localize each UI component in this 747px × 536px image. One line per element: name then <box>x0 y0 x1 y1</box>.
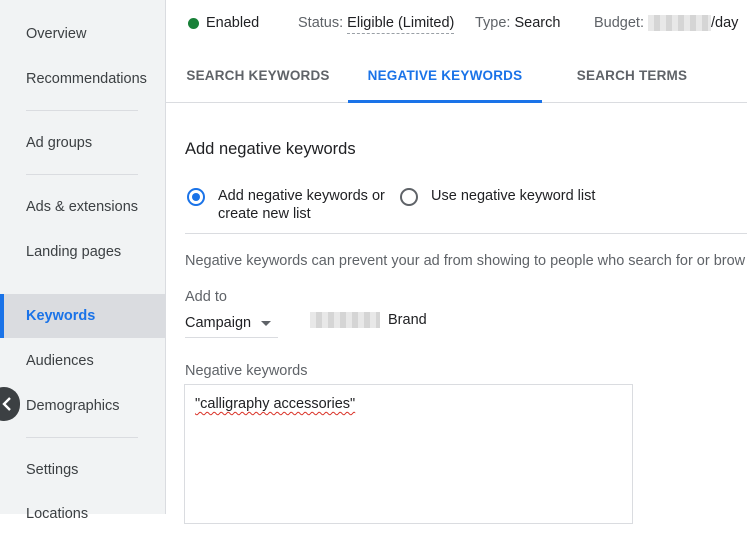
sidebar-item-recommendations[interactable]: Recommendations <box>0 57 165 101</box>
type-label: Type: <box>475 15 511 31</box>
sidebar-item-ad-groups[interactable]: Ad groups <box>0 121 165 165</box>
sidebar-item-label: Keywords <box>26 308 96 324</box>
sidebar-item-label: Settings <box>26 462 79 478</box>
enabled-label: Enabled <box>206 15 260 31</box>
section-title: Add negative keywords <box>185 140 356 158</box>
campaign-name-suffix: Brand <box>388 312 427 328</box>
radio-checked-icon[interactable] <box>187 188 205 206</box>
sidebar-item-label: Audiences <box>26 353 94 369</box>
negative-keywords-textarea[interactable]: "calligraphy accessories" <box>184 384 633 524</box>
sidebar-item-demographics[interactable]: Demographics <box>0 384 165 428</box>
sidebar-item-landing-pages[interactable]: Landing pages <box>0 230 165 274</box>
add-to-select[interactable]: Campaign <box>185 309 278 338</box>
radio-add-negative-keywords[interactable]: Add negative keywords or create new list <box>187 187 385 223</box>
negative-keywords-value: "calligraphy accessories" <box>195 396 356 412</box>
sidebar-item-settings[interactable]: Settings <box>0 448 165 492</box>
sidebar-item-audiences[interactable]: Audiences <box>0 339 165 383</box>
sidebar-divider <box>26 110 138 111</box>
sidebar-item-label: Landing pages <box>26 244 122 260</box>
sidebar: Overview Recommendations Ad groups Ads &… <box>0 0 166 522</box>
dropdown-arrow-icon <box>261 320 272 326</box>
chevron-left-icon <box>2 397 11 411</box>
sidebar-item-ads-extensions[interactable]: Ads & extensions <box>0 185 165 229</box>
radio-add-label-line1: Add negative keywords or <box>218 188 385 204</box>
campaign-name: Brand <box>310 312 427 328</box>
radio-add-label-line2: create new list <box>218 206 311 222</box>
tab-search-keywords[interactable]: SEARCH KEYWORDS <box>184 48 332 102</box>
campaign-status-bar: Enabled Status: Eligible (Limited) Type:… <box>166 0 747 48</box>
sidebar-item-overview[interactable]: Overview <box>0 12 165 56</box>
sidebar-divider <box>26 437 138 438</box>
add-to-label: Add to <box>185 289 227 305</box>
budget-suffix: /day <box>711 15 739 31</box>
sidebar-divider <box>26 174 138 175</box>
status-value: Eligible (Limited) <box>347 15 455 34</box>
tab-negative-keywords[interactable]: NEGATIVE KEYWORDS <box>348 48 542 103</box>
sidebar-item-keywords[interactable]: Keywords <box>0 294 165 338</box>
sidebar-item-label: Ads & extensions <box>26 199 139 215</box>
tab-search-terms[interactable]: SEARCH TERMS <box>570 48 694 102</box>
budget-redacted <box>648 15 711 31</box>
sidebar-item-locations[interactable]: Locations <box>0 492 165 536</box>
keyword-tabs: SEARCH KEYWORDS NEGATIVE KEYWORDS SEARCH… <box>166 48 747 103</box>
status-field[interactable]: Status: Eligible (Limited) <box>298 15 455 34</box>
radio-list-label: Use negative keyword list <box>431 188 596 204</box>
divider <box>185 233 747 234</box>
add-to-value: Campaign <box>185 315 252 331</box>
budget-field[interactable]: Budget: /day <box>594 15 738 31</box>
radio-add-label: Add negative keywords or create new list <box>218 187 385 223</box>
description-text: Negative keywords can prevent your ad fr… <box>185 253 746 269</box>
status-label: Status: <box>298 15 344 31</box>
status-enabled[interactable]: Enabled <box>188 15 259 31</box>
radio-unchecked-icon[interactable] <box>400 188 418 206</box>
sidebar-item-label: Recommendations <box>26 71 147 87</box>
enabled-dot-icon <box>188 17 199 29</box>
sidebar-item-label: Ad groups <box>26 135 93 151</box>
type-value: Search <box>514 15 561 31</box>
campaign-name-redacted <box>310 312 380 328</box>
negative-keywords-label: Negative keywords <box>185 363 308 379</box>
sidebar-item-label: Demographics <box>26 398 120 414</box>
sidebar-item-label: Locations <box>26 506 89 522</box>
sidebar-item-label: Overview <box>26 26 87 42</box>
radio-use-negative-keyword-list[interactable]: Use negative keyword list <box>400 187 595 206</box>
negative-keywords-panel: Add negative keywords Add negative keywo… <box>166 103 747 524</box>
type-field: Type: Search <box>475 15 560 31</box>
budget-label: Budget: <box>594 15 644 31</box>
